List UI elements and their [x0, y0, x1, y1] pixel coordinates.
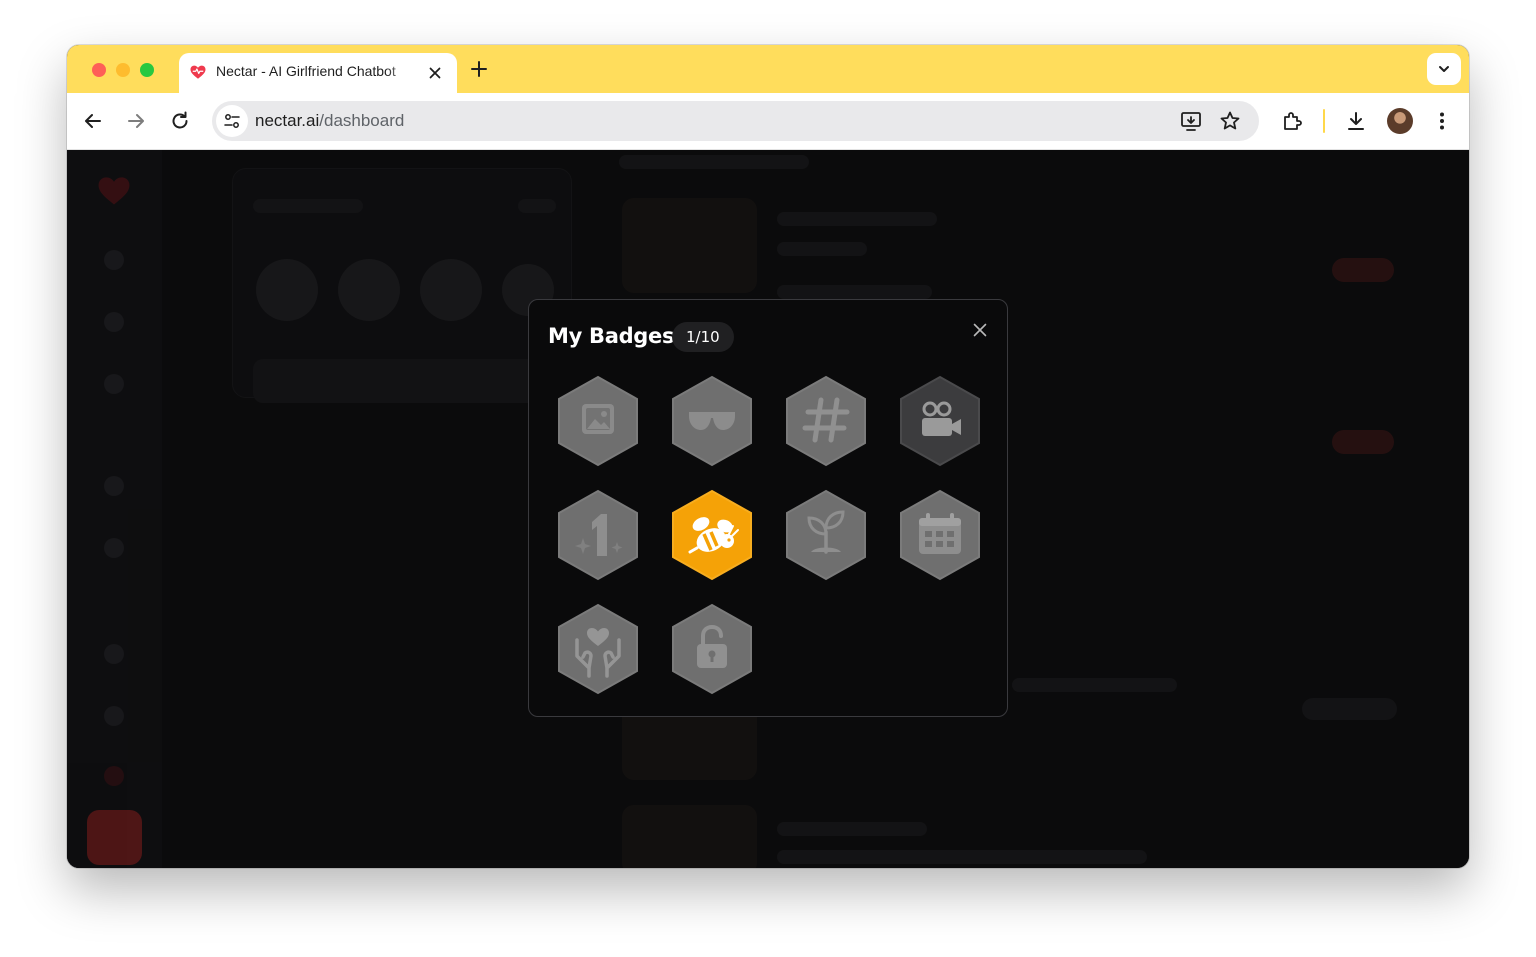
url-path: /dashboard: [319, 111, 405, 130]
heart-hands-icon: [558, 603, 638, 695]
url-host: nectar.ai: [255, 111, 320, 130]
sidebar-nav-icon: [104, 706, 124, 726]
my-badges-modal: My Badges 1/10: [528, 299, 1008, 717]
close-window-button[interactable]: [92, 63, 106, 77]
badge-card-title-placeholder: [777, 822, 927, 836]
more-menu-icon[interactable]: [1430, 109, 1454, 133]
dashboard-badges-card: [232, 168, 572, 403]
reload-icon[interactable]: [168, 109, 192, 133]
sidebar-nav-icon: [104, 312, 124, 332]
tab-search-button[interactable]: [1427, 53, 1461, 85]
url-text[interactable]: nectar.ai/dashboard: [255, 111, 404, 131]
badge-first[interactable]: [553, 486, 643, 582]
modal-close-button[interactable]: [967, 317, 993, 343]
sidebar-active-item: [87, 810, 142, 865]
sidebar-nav-icon: [104, 476, 124, 496]
sprout-icon: [786, 489, 866, 581]
card-see-all-placeholder: [253, 359, 553, 403]
sidebar-nav-icon: [104, 374, 124, 394]
forward-arrow-icon[interactable]: [124, 109, 148, 133]
minimize-window-button[interactable]: [116, 63, 130, 77]
browser-toolbar: nectar.ai/dashboard: [67, 93, 1469, 150]
site-settings-icon: [224, 114, 240, 128]
maximize-window-button[interactable]: [140, 63, 154, 77]
badge-card-desc-placeholder: [777, 850, 1147, 864]
sidebar-nav-icon: [104, 644, 124, 664]
badge-count-pill: 1/10: [672, 322, 734, 352]
badge-streak[interactable]: [895, 486, 985, 582]
page-viewport: My Badges 1/10: [67, 150, 1469, 868]
card-badge-placeholder: [420, 259, 482, 321]
browser-tab[interactable]: Nectar - AI Girlfriend Chatbot: [179, 53, 457, 93]
card-count-placeholder: [518, 199, 556, 213]
sunglasses-icon: [672, 375, 752, 467]
sidebar-nav-icon: [104, 538, 124, 558]
badge-unlock[interactable]: [667, 600, 757, 696]
section-heading-placeholder: [619, 155, 809, 169]
button-placeholder: [1302, 698, 1397, 720]
badge-card-desc-placeholder: [1012, 678, 1177, 692]
video-camera-icon: [900, 375, 980, 467]
number-one-sparkle-icon: [558, 489, 638, 581]
tab-bar: Nectar - AI Girlfriend Chatbot: [67, 45, 1469, 93]
badge-card-subtitle-placeholder: [777, 242, 867, 256]
badge-hashtag[interactable]: [781, 372, 871, 468]
padlock-icon: [672, 603, 752, 695]
badge-card-image-placeholder: [622, 198, 757, 293]
badge-cool[interactable]: [667, 372, 757, 468]
nectar-logo-icon: [98, 177, 130, 205]
status-pill-placeholder: [1332, 430, 1394, 454]
download-icon[interactable]: [1344, 109, 1368, 133]
chevron-down-icon: [1439, 66, 1449, 72]
sidebar-nav-icon: [104, 766, 124, 786]
badge-growth[interactable]: [781, 486, 871, 582]
new-tab-icon[interactable]: [469, 59, 489, 79]
bookmark-star-icon[interactable]: [1218, 109, 1242, 133]
modal-title: My Badges: [548, 324, 675, 348]
extensions-puzzle-icon[interactable]: [1280, 109, 1304, 133]
profile-avatar[interactable]: [1387, 108, 1413, 134]
address-bar[interactable]: nectar.ai/dashboard: [212, 101, 1259, 141]
badge-card-desc-placeholder: [777, 285, 932, 299]
hashtag-icon: [786, 375, 866, 467]
install-app-icon[interactable]: [1179, 109, 1203, 133]
dashboard-sidebar: [67, 150, 162, 868]
sidebar-nav-icon: [104, 250, 124, 270]
tab-title: Nectar - AI Girlfriend Chatbot: [216, 63, 396, 79]
nectar-heart-favicon-icon: [190, 65, 206, 79]
close-icon: [973, 323, 987, 337]
toolbar-separator: [1323, 109, 1325, 133]
badge-card-image-placeholder: [622, 805, 757, 868]
image-icon: [558, 375, 638, 467]
badge-card-title-placeholder: [777, 212, 937, 226]
card-badge-placeholder: [256, 259, 318, 321]
badge-supporter[interactable]: [553, 600, 643, 696]
close-tab-icon[interactable]: [426, 64, 444, 82]
badge-photo[interactable]: [553, 372, 643, 468]
badge-bee-earned[interactable]: [667, 486, 757, 582]
card-title-placeholder: [253, 199, 363, 213]
status-pill-placeholder: [1332, 258, 1394, 282]
calendar-icon: [900, 489, 980, 581]
browser-window: Nectar - AI Girlfriend Chatbot nectar.ai…: [67, 45, 1469, 868]
card-badge-placeholder: [338, 259, 400, 321]
badge-video[interactable]: [895, 372, 985, 468]
back-arrow-icon[interactable]: [81, 109, 105, 133]
bee-icon: [672, 489, 752, 581]
site-info-button[interactable]: [216, 105, 248, 137]
